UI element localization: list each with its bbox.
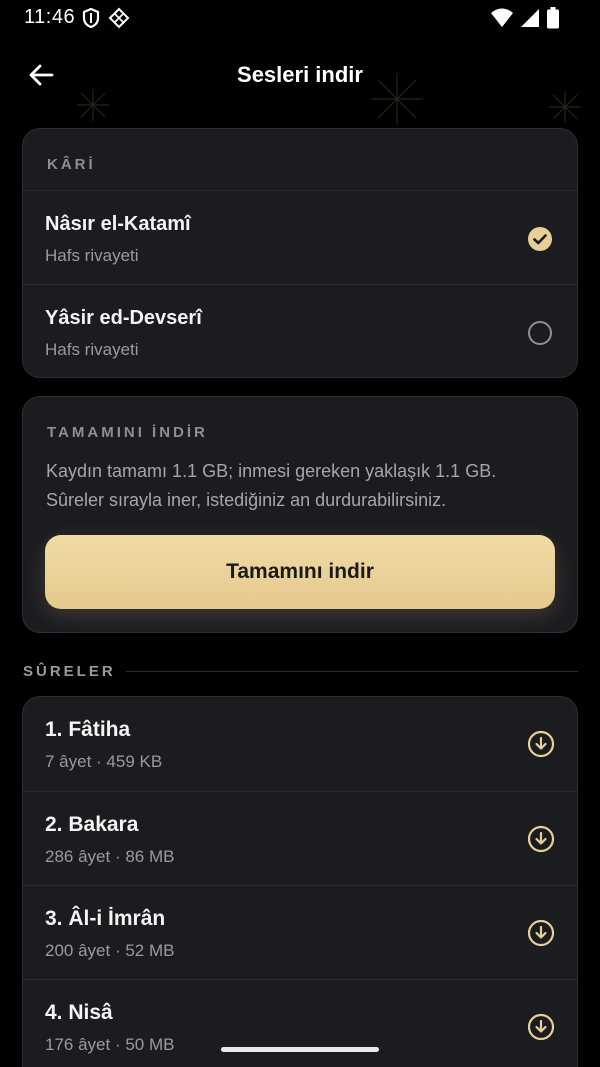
wifi-icon xyxy=(490,8,514,33)
status-time: 11:46 xyxy=(24,6,76,28)
reciter-name: Yâsir ed-Devserî xyxy=(45,307,202,329)
page-title: Sesleri indir xyxy=(237,62,363,87)
download-icon[interactable] xyxy=(527,919,555,947)
signal-icon xyxy=(520,8,540,33)
surah-meta: 176 âyet · 50 MB xyxy=(45,1035,175,1054)
download-icon[interactable] xyxy=(527,1013,555,1041)
sparkle-icon xyxy=(549,91,581,123)
download-all-button[interactable]: Tamamını indir xyxy=(45,535,555,609)
sparkle-icon xyxy=(77,89,109,121)
list-item[interactable]: 3. Âl-i İmrân 200 âyet · 52 MB xyxy=(23,886,577,980)
download-all-section-label: TAMAMINI İNDİR xyxy=(47,424,208,441)
surah-list: 1. Fâtiha 7 âyet · 459 KB 2. Bakara 286 … xyxy=(22,696,578,1067)
list-item[interactable]: 1. Fâtiha 7 âyet · 459 KB xyxy=(23,697,577,791)
reciter-name: Nâsır el-Katamî xyxy=(45,213,191,235)
download-audio-screen: 11:46 Sesleri indir KÂRİ Nâsır el-Katamî… xyxy=(0,0,600,1067)
list-item[interactable]: 4. Nisâ 176 âyet · 50 MB xyxy=(23,980,577,1067)
shield-icon xyxy=(82,7,100,33)
reciter-section-label: KÂRİ xyxy=(47,156,96,173)
download-icon[interactable] xyxy=(527,730,555,758)
home-indicator[interactable] xyxy=(221,1047,379,1052)
reciter-subtitle: Hafs rivayeti xyxy=(45,246,139,265)
reciter-subtitle: Hafs rivayeti xyxy=(45,340,139,359)
radio-empty-icon[interactable] xyxy=(527,320,553,346)
surahs-section-label: SÛRELER xyxy=(23,663,116,680)
battery-icon xyxy=(546,7,560,34)
check-circle-icon[interactable] xyxy=(527,226,553,252)
sparkle-icon xyxy=(371,73,423,125)
status-bar: 11:46 xyxy=(0,0,600,36)
reciter-card: KÂRİ Nâsır el-Katamî Hafs rivayeti Yâsir… xyxy=(22,128,578,378)
reciter-option[interactable]: Yâsir ed-Devserî Hafs rivayeti xyxy=(23,285,577,379)
surah-meta: 7 âyet · 459 KB xyxy=(45,752,163,771)
surah-meta: 200 âyet · 52 MB xyxy=(45,941,175,960)
surah-meta: 286 âyet · 86 MB xyxy=(45,847,175,866)
diamond-grid-icon xyxy=(108,7,130,34)
surah-name: 3. Âl-i İmrân xyxy=(45,907,166,930)
download-icon[interactable] xyxy=(527,825,555,853)
section-divider-line xyxy=(126,671,578,672)
reciter-option[interactable]: Nâsır el-Katamî Hafs rivayeti xyxy=(23,191,577,285)
download-all-card: TAMAMINI İNDİR Kaydın tamamı 1.1 GB; inm… xyxy=(22,396,578,633)
surah-name: 4. Nisâ xyxy=(45,1001,113,1024)
surahs-section-header: SÛRELER xyxy=(22,662,578,682)
list-item[interactable]: 2. Bakara 286 âyet · 86 MB xyxy=(23,792,577,886)
surah-name: 2. Bakara xyxy=(45,813,139,836)
download-all-description: Kaydın tamamı 1.1 GB; inmesi gereken yak… xyxy=(46,461,497,510)
surah-name: 1. Fâtiha xyxy=(45,718,131,741)
